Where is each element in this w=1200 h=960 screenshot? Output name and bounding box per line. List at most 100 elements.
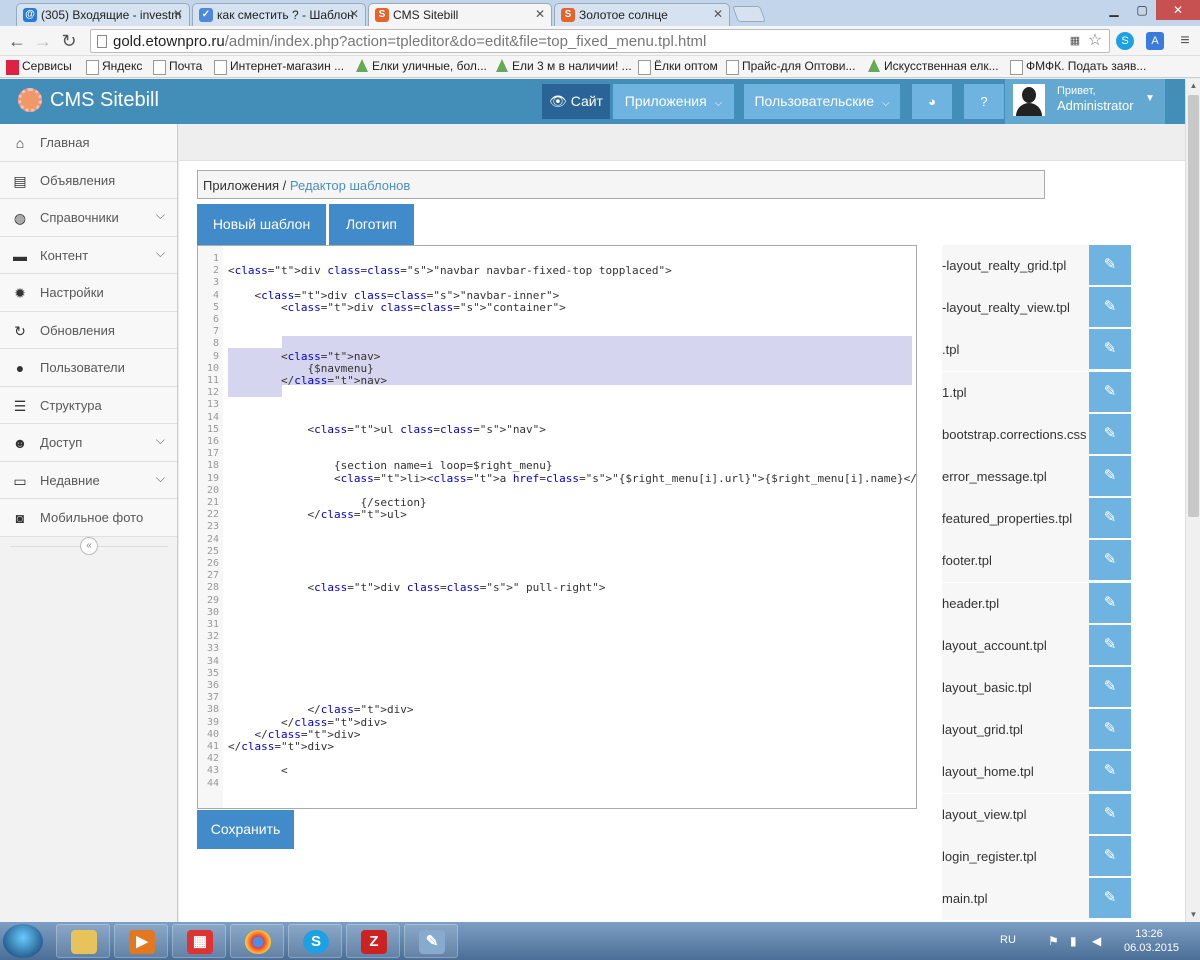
file-name[interactable]: login_register.tpl (942, 835, 1089, 878)
file-name[interactable]: layout_view.tpl (942, 793, 1089, 836)
breadcrumb-current[interactable]: Редактор шаблонов (290, 178, 410, 193)
file-name[interactable]: layout_grid.tpl (942, 709, 1089, 752)
flag-icon[interactable]: ⚑ (1048, 934, 1059, 948)
clock-date[interactable]: 06.03.2015 (1124, 942, 1179, 954)
close-tab-icon[interactable]: ✕ (535, 7, 545, 21)
edit-file-button[interactable]: ✎ (1089, 456, 1131, 496)
bookmark-item[interactable]: Почта (153, 59, 202, 75)
bookmark-item[interactable]: ФМФК. Подать заяв... (1010, 59, 1146, 75)
bookmark-item[interactable]: Яндекс (86, 59, 142, 75)
browser-tab[interactable]: ✓ как сместить ? - Шаблон ✕ (192, 3, 366, 26)
language-indicator[interactable]: RU (1000, 934, 1016, 946)
sidebar-item-content[interactable]: ▬ Контент ⌵ (0, 236, 177, 274)
file-name[interactable]: header.tpl (942, 582, 1089, 625)
edit-file-button[interactable]: ✎ (1089, 667, 1131, 707)
back-arrow-icon[interactable]: ← (6, 31, 28, 51)
site-button[interactable]: 👁 Сайт (542, 84, 610, 119)
browser-tab[interactable]: S Золотое солнце ✕ (554, 3, 730, 26)
edit-file-button[interactable]: ✎ (1089, 709, 1131, 750)
close-window-icon[interactable]: ✕ (1156, 0, 1200, 20)
sidebar-item-settings[interactable]: ✹ Настройки (0, 274, 177, 312)
sidebar-item-structure[interactable]: ☰ Структура (0, 386, 177, 424)
bookmark-item[interactable]: Ёлки оптом (638, 59, 718, 75)
bookmark-item[interactable]: Елки уличные, бол... (356, 59, 487, 73)
file-name[interactable]: footer.tpl (942, 540, 1089, 583)
file-name[interactable]: layout_basic.tpl (942, 667, 1089, 709)
file-name[interactable]: main.tpl (942, 878, 1089, 920)
edit-file-button[interactable]: ✎ (1089, 287, 1131, 328)
apps-menu-button[interactable]: Приложения ⌵ (613, 84, 734, 119)
edit-file-button[interactable]: ✎ (1089, 582, 1131, 623)
translate-page-icon[interactable]: ▦ (1066, 32, 1084, 50)
taskbar-explorer[interactable] (56, 924, 110, 958)
edit-file-button[interactable]: ✎ (1089, 413, 1131, 454)
globe-button[interactable]: ◕ (912, 84, 952, 119)
edit-file-button[interactable]: ✎ (1089, 793, 1131, 834)
minimize-icon[interactable]: ▁ (1100, 0, 1128, 20)
file-name[interactable]: featured_properties.tpl (942, 498, 1089, 541)
close-tab-icon[interactable]: ✕ (173, 7, 183, 21)
url-input[interactable]: gold.etownpro.ru/admin/index.php?action=… (90, 29, 1110, 53)
taskbar-chrome[interactable] (230, 924, 284, 958)
edit-file-button[interactable]: ✎ (1089, 540, 1131, 581)
file-name[interactable]: layout_home.tpl (942, 751, 1089, 794)
edit-file-button[interactable]: ✎ (1089, 498, 1131, 539)
taskbar-paint[interactable]: ✎ (404, 924, 458, 958)
sidebar-item-updates[interactable]: ↻ Обновления (0, 311, 177, 349)
sidebar-item-home[interactable]: ⌂ Главная (0, 124, 177, 162)
translate-extension-icon[interactable]: A (1146, 32, 1164, 50)
new-template-button[interactable]: Новый шаблон (197, 204, 326, 245)
new-tab-button[interactable] (732, 6, 766, 22)
close-tab-icon[interactable]: ✕ (713, 7, 723, 21)
clock-time[interactable]: 13:26 (1124, 928, 1174, 940)
page-scrollbar[interactable]: ▲ ▼ (1185, 79, 1200, 922)
edit-file-button[interactable]: ✎ (1089, 835, 1131, 876)
logo-tab-button[interactable]: Логотип (329, 204, 414, 245)
bookmark-item[interactable]: Интернет-магазин ... (214, 59, 344, 75)
close-tab-icon[interactable]: ✕ (349, 7, 359, 21)
maximize-icon[interactable]: ▢ (1128, 0, 1156, 20)
scrollbar-thumb[interactable] (1188, 95, 1199, 517)
menu-icon[interactable]: ≡ (1176, 32, 1194, 50)
scroll-up-icon[interactable]: ▲ (1186, 79, 1200, 93)
volume-icon[interactable]: ◀ (1092, 934, 1101, 948)
taskbar-skype[interactable]: S (288, 924, 342, 958)
network-icon[interactable]: ▮ (1070, 934, 1077, 948)
bookmark-item[interactable]: Искусственная елк... (868, 59, 999, 73)
sidebar-item-directories[interactable]: ◍ Справочники ⌵ (0, 199, 177, 237)
reload-icon[interactable]: ↻ (58, 31, 80, 51)
file-name[interactable]: layout_account.tpl (942, 624, 1089, 667)
scroll-down-icon[interactable]: ▼ (1186, 908, 1200, 922)
bookmark-item[interactable]: Ели 3 м в наличии! ... (496, 59, 632, 73)
edit-file-button[interactable]: ✎ (1089, 245, 1131, 285)
sidebar-item-recent[interactable]: ▭ Недавние ⌵ (0, 461, 177, 499)
browser-tab[interactable]: @ (305) Входящие - investm ✕ (16, 3, 190, 26)
help-button[interactable]: ? (964, 84, 1004, 119)
edit-file-button[interactable]: ✎ (1089, 878, 1131, 918)
sidebar-item-access[interactable]: ☻ Доступ ⌵ (0, 424, 177, 462)
sidebar-item-ads[interactable]: ▤ Объявления (0, 161, 177, 199)
bookmark-item[interactable]: Прайс-для Оптови... (726, 59, 855, 75)
file-name[interactable]: 1.tpl (942, 371, 1089, 414)
file-name[interactable]: .tpl (942, 329, 1089, 372)
file-name[interactable]: -layout_realty_view.tpl (942, 287, 1089, 330)
collapse-icon[interactable]: « (80, 537, 98, 555)
taskbar-filezilla[interactable]: Z (346, 924, 400, 958)
edit-file-button[interactable]: ✎ (1089, 624, 1131, 665)
custom-menu-button[interactable]: Пользовательские ⌵ (744, 84, 900, 119)
file-name[interactable]: bootstrap.corrections.css (942, 413, 1089, 456)
code-editor[interactable]: 1 2 <class="t">div class=class="s">"navbar… (197, 245, 917, 809)
edit-file-button[interactable]: ✎ (1089, 329, 1131, 370)
user-menu[interactable]: Привет, Administrator ▼ (1005, 79, 1165, 124)
forward-arrow-icon[interactable]: → (32, 31, 54, 51)
file-name[interactable]: -layout_realty_grid.tpl (942, 245, 1089, 287)
browser-tab-active[interactable]: S CMS Sitebill ✕ (368, 3, 552, 26)
edit-file-button[interactable]: ✎ (1089, 371, 1131, 412)
breadcrumb-root[interactable]: Приложения (203, 178, 279, 193)
file-name[interactable]: error_message.tpl (942, 456, 1089, 498)
bookmark-star-icon[interactable]: ☆ (1086, 32, 1104, 50)
app-logo[interactable]: CMS Sitebill (18, 88, 159, 112)
taskbar-media[interactable]: ▶ (114, 924, 168, 958)
sidebar-item-mobile-photo[interactable]: ◙ Мобильное фото (0, 499, 177, 537)
sidebar-item-users[interactable]: ● Пользователи (0, 349, 177, 387)
